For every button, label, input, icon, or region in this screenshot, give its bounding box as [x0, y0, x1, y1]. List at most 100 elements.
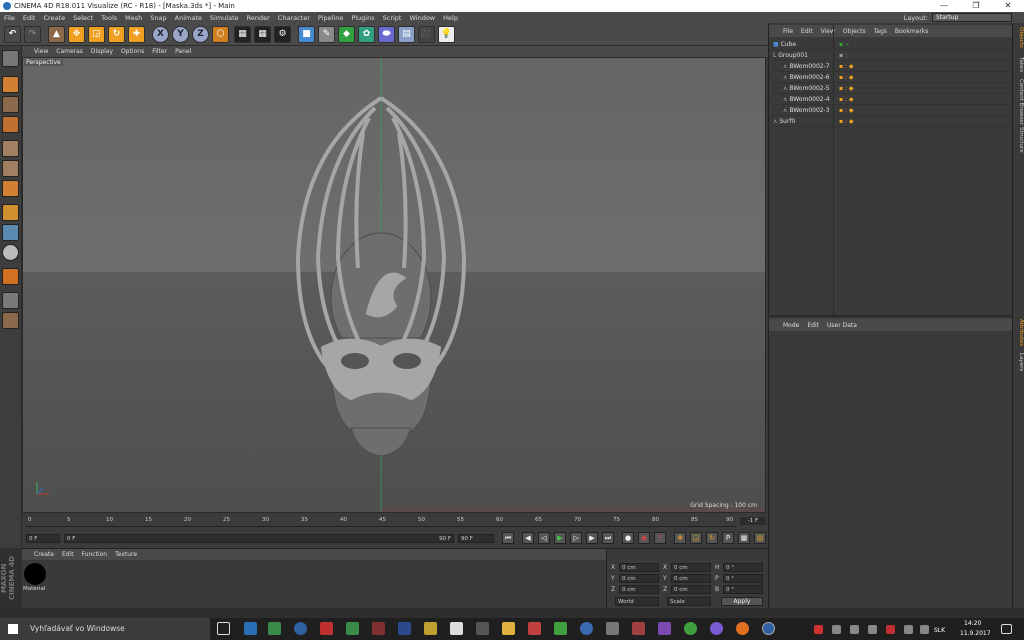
- app-icon-10[interactable]: [658, 622, 671, 635]
- tray-icon-2[interactable]: [832, 625, 841, 634]
- material-tag-icon[interactable]: ▪ : ◆: [839, 83, 854, 94]
- render-picture-viewer-icon[interactable]: ▦: [254, 26, 271, 43]
- prev-key-icon[interactable]: ◀: [522, 532, 534, 544]
- move-tool-icon[interactable]: ✥: [68, 26, 85, 43]
- close-button[interactable]: ✕: [992, 0, 1024, 12]
- rot-p-field[interactable]: 0 °: [723, 574, 763, 583]
- object-row-bwom0002-6[interactable]: ⋏ BWom0002-6 ▪ : ◆: [773, 72, 1013, 83]
- pos-z-field[interactable]: 0 cm: [619, 585, 659, 594]
- viewport-menu-panel[interactable]: Panel: [175, 48, 191, 55]
- render-view-icon[interactable]: ▦: [234, 26, 251, 43]
- material-menu-create[interactable]: Create: [34, 551, 54, 558]
- menu-help[interactable]: Help: [443, 14, 458, 22]
- deformer-icon[interactable]: ⬬: [378, 26, 395, 43]
- planar-workplane-icon[interactable]: [2, 312, 19, 329]
- menu-animate[interactable]: Animate: [175, 14, 202, 22]
- viewport-menu-display[interactable]: Display: [91, 48, 113, 55]
- render-settings-icon[interactable]: ⚙: [274, 26, 291, 43]
- texture-mode-icon[interactable]: [2, 96, 19, 113]
- undo-icon[interactable]: ↶: [4, 26, 21, 43]
- app-icon-1[interactable]: [268, 622, 281, 635]
- cube-primitive-icon[interactable]: ■: [298, 26, 315, 43]
- pos-y-field[interactable]: 0 cm: [619, 574, 659, 583]
- task-view-icon[interactable]: [217, 622, 230, 635]
- viewport-menu-view[interactable]: View: [34, 48, 48, 55]
- material-tag-icon[interactable]: ▪ : ◆: [839, 116, 854, 127]
- end-frame-field[interactable]: 90 F: [458, 534, 494, 543]
- tray-icon-4[interactable]: [868, 625, 877, 634]
- object-row-group001[interactable]: L Group001 ▪ :: [773, 50, 1013, 61]
- objects-menu-objects[interactable]: Objects: [843, 28, 866, 35]
- app-icon-6[interactable]: [554, 622, 567, 635]
- object-row-bwom0002-3[interactable]: ⋏ BWom0002-3 ▪ : ◆: [773, 105, 1013, 116]
- volume-icon[interactable]: [920, 625, 929, 634]
- play-icon[interactable]: ▶: [554, 532, 566, 544]
- cinema4d-active-icon[interactable]: [762, 622, 775, 635]
- firefox-icon[interactable]: [736, 622, 749, 635]
- menu-snap[interactable]: Snap: [150, 14, 166, 22]
- current-frame-field[interactable]: 0 F: [26, 534, 60, 543]
- axis-mode-icon[interactable]: [2, 204, 19, 221]
- coordinate-system-icon[interactable]: ⬡: [212, 26, 229, 43]
- excel-icon[interactable]: [346, 622, 359, 635]
- objects-menu-bookmarks[interactable]: Bookmarks: [895, 28, 929, 35]
- material-menu-edit[interactable]: Edit: [62, 551, 74, 558]
- perspective-viewport[interactable]: Perspective Grid Spacing: 100 cm: [22, 57, 766, 513]
- viewport-menu-cameras[interactable]: Cameras: [56, 48, 83, 55]
- viewport-menu-options[interactable]: Options: [121, 48, 144, 55]
- light-icon[interactable]: 💡: [438, 26, 455, 43]
- rotate-tool-icon[interactable]: ↻: [108, 26, 125, 43]
- points-mode-icon[interactable]: [2, 140, 19, 157]
- app-icon-7[interactable]: [580, 622, 593, 635]
- edge-browser-icon[interactable]: [244, 622, 257, 635]
- viewport-menu-filter[interactable]: Filter: [152, 48, 167, 55]
- tab-objects[interactable]: Objects: [1014, 27, 1024, 48]
- app-icon-2[interactable]: [372, 622, 385, 635]
- menu-plugins[interactable]: Plugins: [351, 14, 374, 22]
- tab-structure[interactable]: Structure: [1014, 127, 1024, 153]
- rot-b-field[interactable]: 0 °: [723, 585, 763, 594]
- scale-z-field[interactable]: 0 cm: [671, 585, 711, 594]
- app-icon-8[interactable]: [606, 622, 619, 635]
- object-row-surf0[interactable]: ⋏ Surf0 ▪ : ◆: [773, 116, 1013, 127]
- network-icon[interactable]: [904, 625, 913, 634]
- camera-icon[interactable]: 🎥: [418, 26, 435, 43]
- prev-frame-icon[interactable]: ◁: [538, 532, 550, 544]
- menu-pipeline[interactable]: Pipeline: [318, 14, 343, 22]
- record-parameter-icon[interactable]: P: [722, 532, 734, 544]
- taskbar-search[interactable]: Vyhľadávať vo Windowse: [0, 618, 210, 640]
- edges-mode-icon[interactable]: [2, 160, 19, 177]
- material-menu-texture[interactable]: Texture: [115, 551, 137, 558]
- app-icon-5[interactable]: [528, 622, 541, 635]
- point-level-animation-icon[interactable]: ▦: [738, 532, 750, 544]
- next-key-icon[interactable]: ▶: [586, 532, 598, 544]
- app-icon-3[interactable]: [424, 622, 437, 635]
- pen-spline-icon[interactable]: ✎: [318, 26, 335, 43]
- floor-scene-icon[interactable]: ▤: [398, 26, 415, 43]
- object-row-cube[interactable]: ■ Cube ▪ ✓: [773, 39, 1013, 50]
- word-icon[interactable]: [398, 622, 411, 635]
- notepad-icon[interactable]: [450, 622, 463, 635]
- language-indicator[interactable]: SLK: [934, 627, 945, 634]
- z-axis-lock-icon[interactable]: Z: [192, 26, 209, 43]
- menu-simulate[interactable]: Simulate: [210, 14, 239, 22]
- app-icon-9[interactable]: [632, 622, 645, 635]
- object-row-bwom0002-5[interactable]: ⋏ BWom0002-5 ▪ : ◆: [773, 83, 1013, 94]
- tray-icon-3[interactable]: [850, 625, 859, 634]
- file-explorer-icon[interactable]: [502, 622, 515, 635]
- menu-select[interactable]: Select: [73, 14, 93, 22]
- lock-workplane-icon[interactable]: [2, 292, 19, 309]
- apply-button[interactable]: Apply: [721, 597, 763, 606]
- next-frame-icon[interactable]: ▷: [570, 532, 582, 544]
- subdivision-surface-icon[interactable]: ◆: [338, 26, 355, 43]
- tab-layers[interactable]: Layers: [1014, 353, 1024, 371]
- record-rotation-icon[interactable]: ↻: [706, 532, 718, 544]
- tweak-mode-icon[interactable]: [2, 224, 19, 241]
- tray-icon-5[interactable]: [886, 625, 895, 634]
- model-mode-icon[interactable]: [2, 76, 19, 93]
- material-tag-icon[interactable]: ▪ : ◆: [839, 72, 854, 83]
- workplane-mode-icon[interactable]: [2, 116, 19, 133]
- minimize-button[interactable]: —: [928, 0, 960, 12]
- menu-character[interactable]: Character: [278, 14, 310, 22]
- timeline-window-icon[interactable]: ▤: [754, 532, 766, 544]
